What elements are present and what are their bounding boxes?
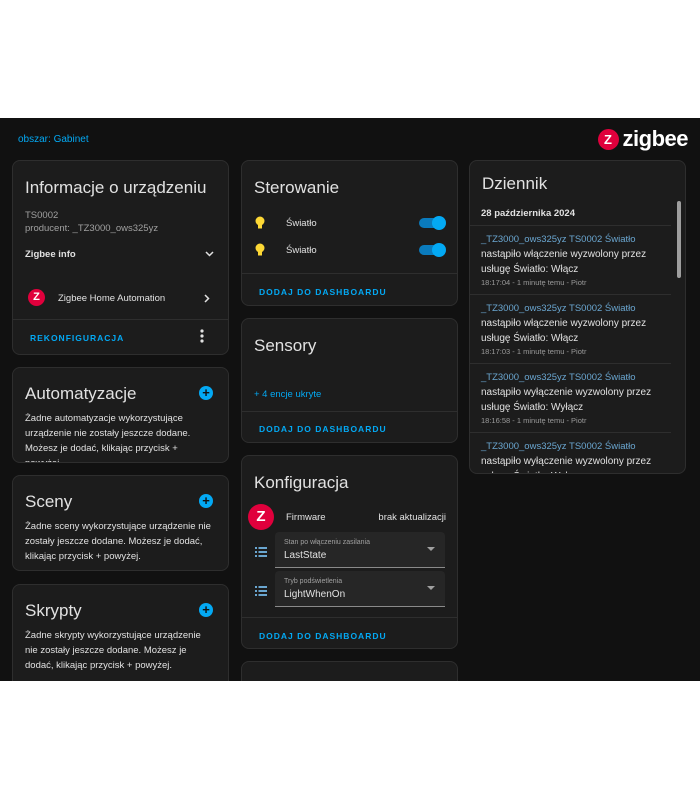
card-title: Sterowanie [254,178,340,197]
light-toggle[interactable] [419,243,446,257]
logbook-date: 28 października 2024 [481,208,575,219]
divider [242,617,457,618]
log-entry-source-link[interactable]: _TZ3000_ows325yz TS0002 Światło [481,303,636,314]
power-on-state-select[interactable]: Stan po włączeniu zasilania LastState [275,532,445,568]
chevron-down-icon [205,251,214,257]
scenes-card: Sceny + Żadne sceny wykorzystujące urząd… [12,475,229,571]
light-toggle[interactable] [419,216,446,230]
add-script-button[interactable]: + [199,603,213,617]
control-label[interactable]: Światło [286,245,317,256]
control-row: Światło [242,238,457,262]
select-value: LastState [284,550,327,561]
format-list-icon [255,586,267,596]
device-info-card: Informacje o urządzeniu TS0002 producent… [12,160,229,355]
backlight-mode-select[interactable]: Tryb podświetlenia LightWhenOn [275,571,445,607]
more-vert-icon[interactable] [200,329,204,343]
log-entry-meta: 18:17:03 - 1 minutę temu - Piotr [481,347,587,356]
lightbulb-icon[interactable] [255,216,265,230]
log-entry-meta: 18:17:04 - 1 minutę temu - Piotr [481,278,587,287]
dropdown-arrow-icon [427,547,435,551]
dropdown-arrow-icon [427,586,435,590]
format-list-icon [255,547,267,557]
zigbee-integration-icon: Z [28,289,45,306]
select-label: Stan po włączeniu zasilania [284,539,370,546]
integration-row[interactable]: Z Zigbee Home Automation [13,283,228,313]
zigbee-logo-icon: Z [597,128,619,150]
toggle-knob [432,216,446,230]
log-entry-message: nastąpiło włączenie wyzwolony przez usłu… [481,249,647,275]
zigbee-info-label: Zigbee info [25,249,76,260]
log-entry: _TZ3000_ows325yz TS0002 Światło nastąpił… [470,295,671,364]
log-entry-source-link[interactable]: _TZ3000_ows325yz TS0002 Światło [481,441,636,452]
divider [242,273,457,274]
log-entry-source-link[interactable]: _TZ3000_ows325yz TS0002 Światło [481,234,636,245]
scrollbar[interactable] [677,201,681,278]
automations-card: Automatyzacje + Żadne automatyzacje wyko… [12,367,229,463]
add-to-dashboard-button[interactable]: DODAJ DO DASHBOARDU [259,287,387,297]
add-scene-button[interactable]: + [199,494,213,508]
device-model: TS0002 [25,210,59,221]
log-entry-meta: 18:16:58 - 1 minutę temu - Piotr [481,416,587,425]
logbook-card: Dziennik 28 października 2024 _TZ3000_ow… [469,160,686,474]
lightbulb-icon[interactable] [255,243,265,257]
log-entry: _TZ3000_ows325yz TS0002 Światło nastąpił… [470,364,671,433]
sensors-card: Sensory + 4 encje ukryte DODAJ DO DASHBO… [241,318,458,443]
top-bar: obszar: Gabinet Z zigbee [0,118,700,160]
firmware-label: Firmware [286,512,326,523]
add-to-dashboard-button[interactable]: DODAJ DO DASHBOARDU [259,631,387,641]
device-page: obszar: Gabinet Z zigbee Informacje o ur… [0,118,700,681]
zigbee-brand: Z zigbee [597,126,689,152]
select-label: Tryb podświetlenia [284,578,343,585]
controls-card: Sterowanie Światło Światło DODAJ DO DASH… [241,160,458,306]
integration-label: Zigbee Home Automation [58,293,166,304]
log-entry-message: nastąpiło włączenie wyzwolony przez usłu… [481,318,647,344]
select-value: LightWhenOn [284,589,346,600]
card-title: Sceny [25,492,73,511]
zigbee-firmware-icon: Z [248,504,274,530]
log-entry-message: nastąpiło wyłączenie wyzwolony przez usł… [481,387,652,413]
hidden-entities-link[interactable]: + 4 encje ukryte [254,389,321,400]
scripts-card: Skrypty + Żadne skrypty wykorzystujące u… [12,584,229,681]
next-card [241,661,458,681]
log-entry: _TZ3000_ows325yz TS0002 Światło nastąpił… [470,433,671,473]
firmware-value: brak aktualizacji [378,512,446,523]
divider [13,319,228,320]
scripts-empty-text: Żadne skrypty wykorzystujące urządzenie … [25,630,201,671]
log-entry-message: nastąpiło wyłączenie wyzwolony przez usł… [481,456,652,473]
scenes-empty-text: Żadne sceny wykorzystujące urządzenie ni… [25,521,211,562]
divider [242,411,457,412]
card-title: Skrypty [25,601,82,620]
card-title: Sensory [254,336,317,355]
automations-empty-text: Żadne automatyzacje wykorzystujące urząd… [25,413,191,462]
add-to-dashboard-button[interactable]: DODAJ DO DASHBOARDU [259,424,387,434]
device-manufacturer: producent: _TZ3000_ows325yz [25,223,159,234]
chevron-right-icon [204,294,210,303]
zigbee-info-expander[interactable]: Zigbee info [13,241,228,269]
control-label[interactable]: Światło [286,218,317,229]
control-row: Światło [242,211,457,235]
reconfigure-button[interactable]: REKONFIGURACJA [30,333,124,343]
log-entry: _TZ3000_ows325yz TS0002 Światło nastąpił… [470,226,671,295]
card-title: Konfiguracja [254,473,349,492]
log-entry-source-link[interactable]: _TZ3000_ows325yz TS0002 Światło [481,372,636,383]
zigbee-brand-text: zigbee [622,126,689,151]
card-title: Dziennik [482,174,548,193]
configuration-card: Konfiguracja Z Firmware brak aktualizacj… [241,455,458,649]
toggle-knob [432,243,446,257]
card-title: Automatyzacje [25,384,137,403]
add-automation-button[interactable]: + [199,386,213,400]
card-title: Informacje o urządzeniu [25,178,207,197]
area-link[interactable]: obszar: Gabinet [18,134,89,145]
